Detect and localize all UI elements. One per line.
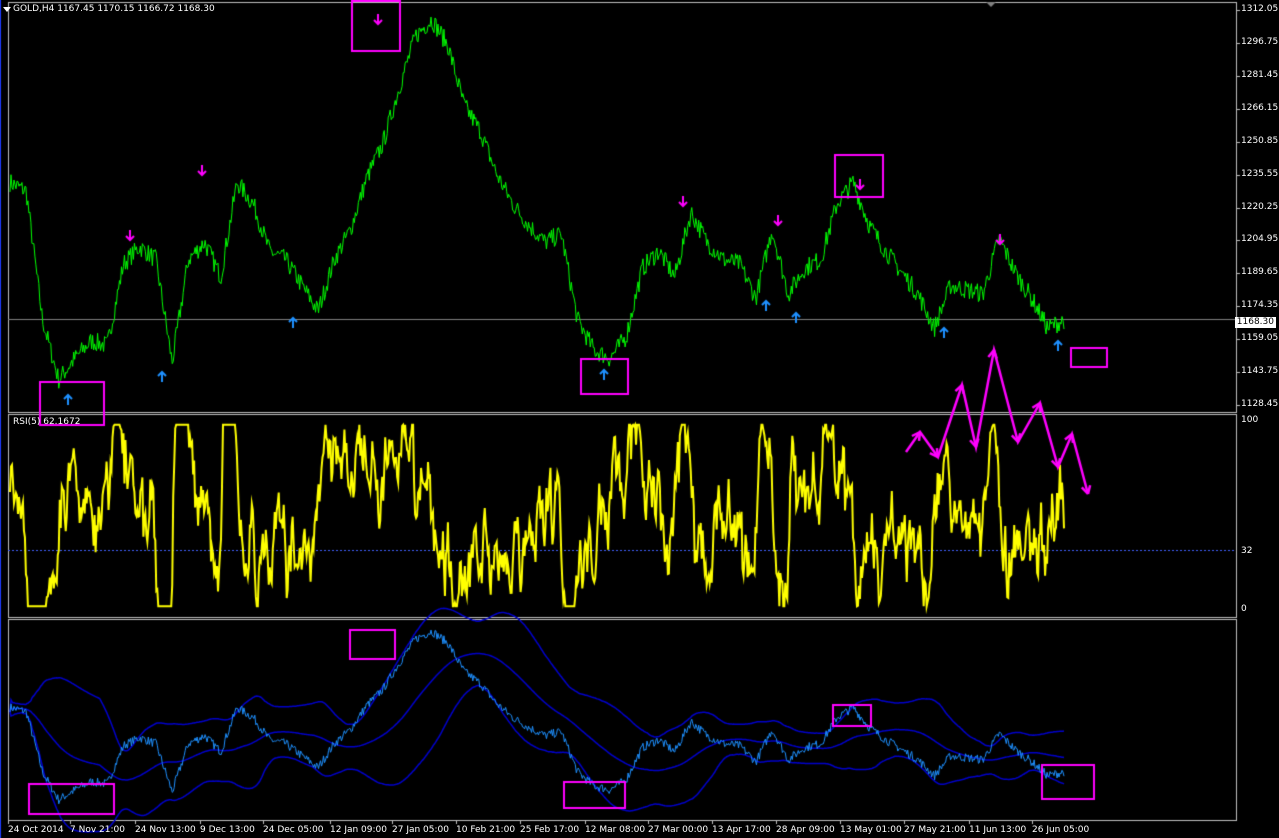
time-tick-label: 24 Nov 13:00 (135, 825, 196, 835)
price-tick-label: 1250.85 (1241, 135, 1279, 146)
price-tick-label: 1281.45 (1241, 70, 1279, 81)
price-tick-label: 1128.45 (1241, 398, 1279, 409)
time-tick-label: 26 Jun 05:00 (1032, 825, 1090, 835)
rsi-header: RSI(5) 62.1672 (13, 417, 81, 427)
time-tick-label: 11 Jun 13:00 (969, 825, 1027, 835)
time-tick-label: 13 May 01:00 (840, 825, 902, 835)
time-tick-label: 24 Dec 05:00 (263, 825, 324, 835)
time-tick-label: 25 Feb 17:00 (520, 825, 580, 835)
rsi-tick-label: 32 (1241, 546, 1253, 556)
rsi-tick-label: 0 (1241, 604, 1247, 614)
time-tick-label: 9 Dec 13:00 (200, 825, 255, 835)
price-tick-label: 1143.75 (1241, 365, 1279, 376)
price-tick-label: 1189.65 (1241, 267, 1279, 278)
price-tick-label: 1159.05 (1241, 332, 1279, 343)
price-tick-label: 1220.25 (1241, 201, 1279, 212)
price-tick-label: 1235.55 (1241, 168, 1279, 179)
time-tick-label: 27 May 21:00 (904, 825, 966, 835)
price-tick-label: 1266.15 (1241, 103, 1279, 113)
rsi-tick-label: 100 (1241, 415, 1259, 425)
current-price-tag: 1168.30 (1234, 317, 1276, 328)
price-tick-label: 1174.35 (1241, 300, 1279, 311)
time-tick-label: 12 Mar 08:00 (585, 825, 646, 835)
ohlc-values: 1167.45 1170.15 1166.72 1168.30 (57, 4, 215, 14)
time-tick-label: 28 Apr 09:00 (776, 825, 835, 835)
price-tick-label: 1312.05 (1241, 4, 1279, 15)
symbol-name: GOLD,H4 (13, 4, 55, 14)
time-tick-label: 10 Feb 21:00 (456, 825, 516, 835)
chart-canvas[interactable] (0, 0, 1279, 838)
time-tick-label: 12 Jan 09:00 (330, 825, 387, 835)
time-tick-label: 27 Jan 05:00 (392, 825, 449, 835)
symbol-header: GOLD,H4 1167.45 1170.15 1166.72 1168.30 (13, 4, 215, 14)
time-tick-label: 13 Apr 17:00 (712, 825, 771, 835)
time-tick-label: 27 Mar 00:00 (648, 825, 709, 835)
time-tick-label: 7 Nov 21:00 (70, 825, 125, 835)
price-tick-label: 1296.75 (1241, 37, 1279, 48)
price-tick-label: 1204.95 (1241, 234, 1279, 245)
time-tick-label: 24 Oct 2014 (8, 825, 64, 835)
collapse-arrow-icon[interactable] (3, 7, 11, 12)
